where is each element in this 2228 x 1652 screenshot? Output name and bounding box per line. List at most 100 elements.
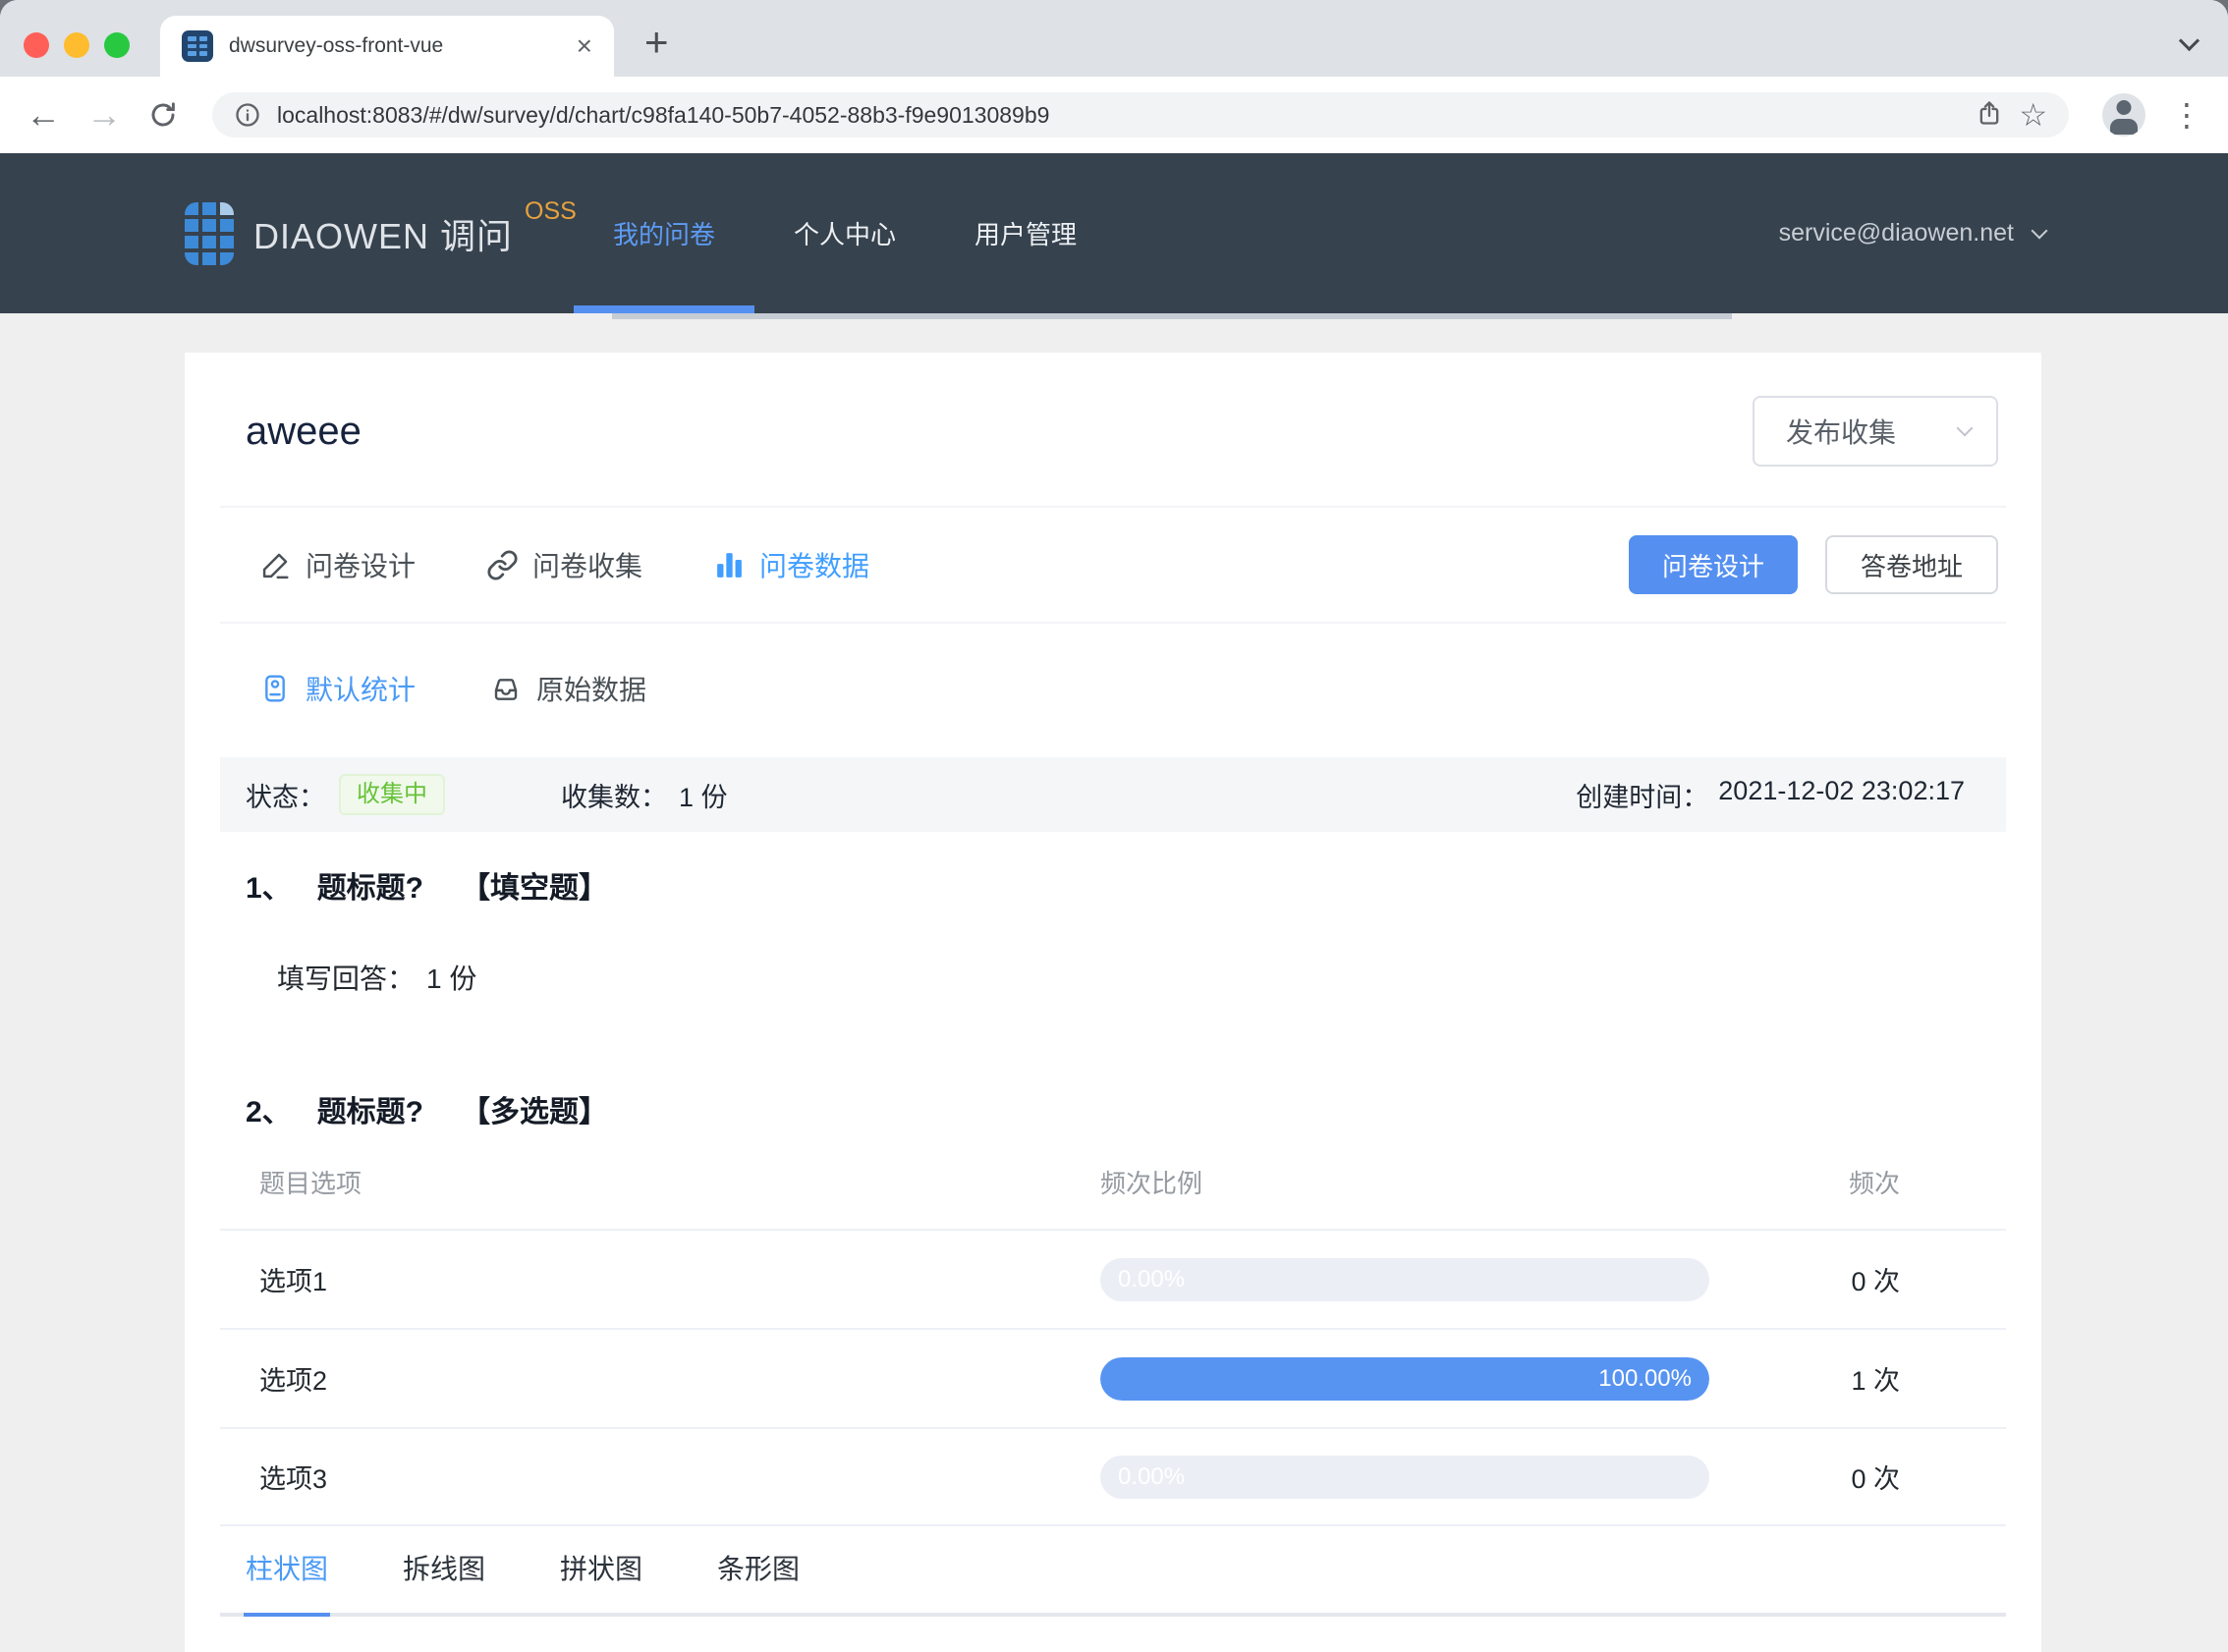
results-table-header: 题目选项 频次比例 频次 (220, 1134, 2006, 1229)
brand[interactable]: DIAOWEN 调问 OSS (185, 153, 577, 313)
browser-tab[interactable]: dwsurvey-oss-front-vue × (160, 16, 614, 77)
browser-menu-icon[interactable]: ⋮ (2171, 99, 2202, 131)
bar-chart-icon (713, 549, 746, 581)
chart-tab-3[interactable]: 拼状图 (560, 1548, 642, 1613)
action-button-1[interactable]: 问卷设计 (1628, 535, 1798, 594)
status-band: 状态： 收集中 收集数： 1 份 创建时间： 2021-12-02 23:02:… (220, 757, 2006, 832)
stat-tab-label: 默认统计 (306, 675, 417, 705)
app-navbar: DIAOWEN 调问 OSS 我的问卷 个人中心 用户管理 service@diao… (0, 153, 2228, 313)
header-option: 题目选项 (259, 1168, 362, 1198)
nav-item-2[interactable]: 个人中心 (754, 153, 935, 313)
chevron-down-icon (2031, 222, 2048, 239)
chart-tab-2[interactable]: 拆线图 (403, 1548, 485, 1613)
stat-tab-2[interactable]: 原始数据 (490, 669, 646, 708)
header-percent: 频次比例 (1100, 1168, 1203, 1198)
question-number: 1、 (246, 872, 292, 905)
nav-item-1[interactable]: 我的问卷 (574, 153, 755, 313)
progress-bar: 0.00% (1100, 1257, 1709, 1301)
publish-collect-select[interactable]: 发布收集 (1753, 396, 1998, 467)
answer-value: 1 份 (426, 964, 477, 994)
chevron-down-icon (1956, 419, 1974, 437)
survey-actions: 问卷设计 答卷地址 (1628, 535, 1998, 594)
created-time-value: 2021-12-02 23:02:17 (1718, 775, 1965, 805)
table-row: 选项3 0.00% 0 次 (220, 1427, 2006, 1526)
status-badge: 收集中 (339, 774, 445, 815)
account-menu[interactable]: service@diaowen.net (1778, 153, 2048, 313)
collect-count: 收集数： 1 份 (561, 776, 728, 814)
question-title: 题标题? (316, 872, 424, 905)
percent-cell: 100.00% (1100, 1356, 1709, 1401)
close-window-button[interactable] (24, 32, 49, 58)
option-label: 选项1 (259, 1267, 328, 1296)
stat-tab-label: 原始数据 (536, 675, 647, 705)
survey-tab-label: 问卷数据 (759, 551, 870, 581)
table-row: 选项1 0.00% 0 次 (220, 1229, 2006, 1328)
tab-close-icon[interactable]: × (577, 32, 592, 60)
survey-tab-1[interactable]: 问卷设计 (259, 545, 416, 584)
question-type: 【多选题】 (461, 1096, 609, 1129)
stat-tabs: 默认统计 原始数据 (220, 624, 2006, 757)
back-icon[interactable]: ← (26, 97, 61, 133)
tab-search-chevron-icon[interactable] (2178, 29, 2200, 53)
share-icon[interactable] (1976, 99, 2003, 132)
count-value: 0 次 (1851, 1267, 1900, 1296)
url-text[interactable]: localhost:8083/#/dw/survey/d/chart/c98fa… (277, 102, 1960, 129)
question-number: 2、 (246, 1096, 292, 1129)
survey-tabs: 问卷设计 问卷收集 问卷数据 (259, 545, 869, 584)
browser-tab-strip: dwsurvey-oss-front-vue × + (0, 0, 2228, 77)
results-table-body: 选项1 0.00% 0 次选项2 100.00% 1 次选项3 0.00% 0 次 (220, 1229, 2006, 1526)
chart-tab-1[interactable]: 柱状图 (246, 1548, 328, 1613)
pencil-icon (259, 549, 292, 581)
stat-tab-1[interactable]: 默认统计 (259, 669, 416, 708)
profile-avatar[interactable] (2102, 93, 2145, 137)
brand-name: DIAOWEN 调问 (253, 215, 514, 256)
percent-label: 100.00% (1598, 1364, 1692, 1392)
question-type: 【填空题】 (461, 872, 609, 905)
answer-label: 填写回答： (277, 964, 416, 994)
address-bar[interactable]: localhost:8083/#/dw/survey/d/chart/c98fa… (212, 92, 2069, 138)
progress-bar: 0.00% (1100, 1455, 1709, 1499)
count-value: 0 次 (1851, 1464, 1900, 1494)
percent-cell: 0.00% (1100, 1257, 1709, 1301)
survey-tab-label: 问卷设计 (306, 551, 417, 581)
link-icon (486, 549, 519, 581)
question-title: 题标题? (316, 1096, 424, 1129)
browser-window: dwsurvey-oss-front-vue × + ← → localhost… (0, 0, 2228, 1652)
page-body: aweee 发布收集 问卷设计 问卷收集 问卷数据 问卷设计 答卷地址 默认统计 原始数… (0, 313, 2228, 1652)
window-controls (24, 32, 130, 58)
option-label: 选项2 (259, 1366, 328, 1396)
header-count: 频次 (1848, 1168, 1900, 1198)
percent-label: 0.00% (1118, 1265, 1186, 1293)
browser-toolbar: ← → localhost:8083/#/dw/survey/d/chart/c… (0, 77, 2228, 153)
question-1: 1、 题标题? 【填空题】 填写回答： 1 份 (220, 832, 2006, 997)
option-label: 选项3 (259, 1464, 328, 1494)
forward-icon[interactable]: → (86, 97, 122, 133)
progress-bar: 100.00% (1100, 1356, 1709, 1401)
question-1-heading: 1、 题标题? 【填空题】 (246, 863, 1980, 907)
publish-collect-label: 发布收集 (1786, 417, 1897, 448)
percent-label: 0.00% (1118, 1462, 1186, 1490)
collect-count-value: 1 份 (679, 782, 728, 812)
new-tab-button[interactable]: + (644, 22, 669, 63)
survey-tab-3[interactable]: 问卷数据 (713, 545, 869, 584)
refresh-icon[interactable] (147, 99, 179, 131)
app-menu: 我的问卷 个人中心 用户管理 (574, 153, 1116, 313)
zoom-window-button[interactable] (104, 32, 130, 58)
chart-tab-4[interactable]: 条形图 (717, 1548, 800, 1613)
chart-tabs-track (220, 1613, 2006, 1617)
table-row: 选项2 100.00% 1 次 (220, 1328, 2006, 1427)
nav-item-3[interactable]: 用户管理 (935, 153, 1116, 313)
favicon (182, 30, 213, 62)
created-time-label: 创建时间： (1576, 782, 1709, 812)
chart-tabs-active-indicator (244, 1613, 330, 1617)
account-email: service@diaowen.net (1778, 219, 2014, 247)
survey-title: aweee (246, 409, 362, 453)
chart-type-tabs: 柱状图 拆线图 拼状图 条形图 (220, 1526, 2006, 1617)
site-info-icon[interactable] (234, 101, 261, 129)
diaowen-logo-icon (185, 201, 234, 265)
bookmark-star-icon[interactable]: ☆ (2019, 99, 2047, 131)
action-button-2[interactable]: 答卷地址 (1824, 535, 1998, 594)
minimize-window-button[interactable] (64, 32, 89, 58)
survey-tab-2[interactable]: 问卷收集 (486, 545, 642, 584)
tab-title: dwsurvey-oss-front-vue (229, 34, 444, 57)
